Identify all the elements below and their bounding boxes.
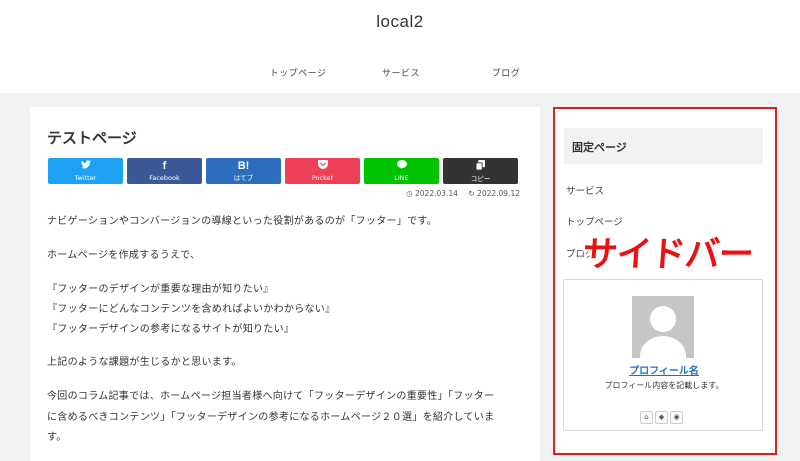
paragraph-summary-line: 今回のコラム記事では、ホームページ担当者様へ向けて「フッターデザインの重要性」「…: [47, 391, 495, 402]
copy-share-button[interactable]: コピー: [443, 158, 518, 184]
paragraph-summary-line: す。: [47, 432, 67, 443]
clock-icon: ◷: [406, 189, 413, 198]
refresh-icon: ↻: [468, 189, 475, 198]
paragraph-lead: ホームページを作成するうえで、: [47, 250, 201, 261]
avatar-body: [640, 336, 686, 358]
pocket-share-button[interactable]: Pocket: [285, 158, 360, 184]
home-icon[interactable]: ⌂: [640, 411, 653, 424]
paragraph-intro: ナビゲーションやコンバージョンの導線といった役割があるのが「フッター」です。: [47, 216, 437, 227]
hatena-label: はてブ: [233, 174, 254, 182]
avatar-head: [650, 306, 676, 332]
profile-name-link[interactable]: プロフィール名: [564, 362, 764, 377]
site-header: local2 トップページ サービス ブログ: [0, 0, 800, 93]
twitter-label: Twitter: [74, 174, 97, 182]
twitter-share-button[interactable]: Twitter: [48, 158, 123, 184]
updated-date: ↻ 2022.09.12: [468, 189, 520, 198]
paragraph-summary-line: に含めるべきコンテンツ」「フッターデザインの参考になるホームページ２０選」を紹介…: [47, 412, 495, 423]
line-icon: [364, 158, 439, 172]
facebook-label: Facebook: [149, 174, 180, 182]
profile-description: プロフィール内容を記載します。: [604, 381, 724, 390]
copy-label: コピー: [470, 175, 491, 183]
line-share-button[interactable]: LINE: [364, 158, 439, 184]
profile-widget: プロフィール名 プロフィール内容を記載します。 ⌂ ◆ ◉: [563, 279, 763, 431]
question-item: 『フッターデザインの参考になるサイトが知りたい』: [47, 324, 295, 335]
sidebar-link-service[interactable]: サービス: [566, 183, 604, 197]
feedly-icon[interactable]: ◆: [655, 411, 668, 424]
profile-social-icons: ⌂ ◆ ◉: [640, 404, 685, 424]
twitter-icon: [48, 158, 123, 172]
widget-title: 固定ページ: [564, 128, 763, 164]
facebook-share-button[interactable]: f Facebook: [127, 158, 202, 184]
question-item: 『フッターのデザインが重要な理由が知りたい』: [47, 284, 274, 295]
sidebar: 固定ページ サービス トップページ ブログ プロフィール名 プロフィール内容を記…: [553, 107, 777, 455]
hatena-icon: B!: [237, 160, 250, 172]
sidebar-annotation-text: サイドバー: [581, 235, 755, 275]
pocket-icon: [285, 158, 360, 172]
avatar: [632, 296, 694, 358]
facebook-icon: f: [162, 160, 167, 172]
nav-item-top[interactable]: トップページ: [243, 66, 353, 79]
article-card: テストページ Twitter f Facebook B! はてブ Pocket …: [30, 107, 540, 461]
page-title: テストページ: [47, 129, 137, 147]
question-item: 『フッターにどんなコンテンツを含めればよいかわからない』: [47, 304, 336, 315]
paragraph-problem: 上記のような課題が生じるかと思います。: [47, 357, 242, 368]
published-date: ◷ 2022.03.14: [406, 189, 458, 198]
rss-icon[interactable]: ◉: [670, 411, 683, 424]
nav-item-service[interactable]: サービス: [346, 66, 456, 79]
pocket-label: Pocket: [311, 174, 334, 182]
site-title[interactable]: local2: [0, 12, 800, 32]
hatena-share-button[interactable]: B! はてブ: [206, 158, 281, 184]
post-dates: ◷ 2022.03.14 ↻ 2022.09.12: [398, 189, 520, 198]
copy-icon: [443, 158, 518, 173]
nav-item-blog[interactable]: ブログ: [451, 66, 561, 79]
line-label: LINE: [394, 174, 409, 182]
